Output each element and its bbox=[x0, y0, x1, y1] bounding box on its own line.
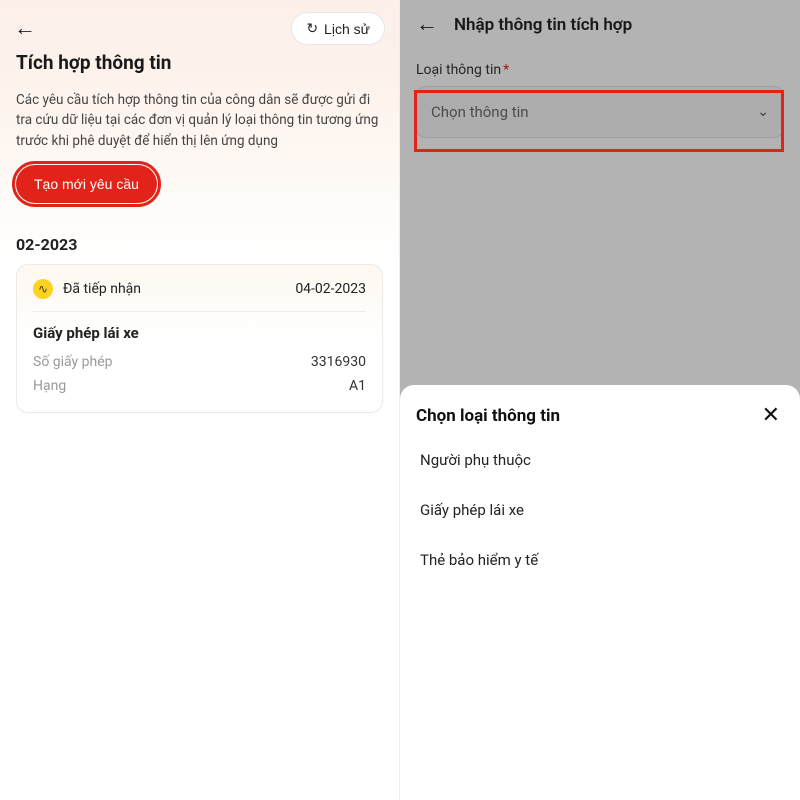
row-value: A1 bbox=[349, 378, 366, 394]
sheet-option-insurance[interactable]: Thẻ bảo hiểm y tế bbox=[416, 535, 784, 585]
card-header: ∿ Đã tiếp nhận 04-02-2023 bbox=[33, 279, 366, 312]
sheet-header: Chọn loại thông tin ✕ bbox=[416, 403, 784, 429]
form-title: Nhập thông tin tích hợp bbox=[454, 15, 632, 35]
row-value: 3316930 bbox=[311, 354, 366, 370]
status-text: Đã tiếp nhận bbox=[63, 281, 141, 297]
status-icon: ∿ bbox=[33, 279, 53, 299]
bottom-sheet: Chọn loại thông tin ✕ Người phụ thuộc Gi… bbox=[400, 385, 800, 800]
card-row: Số giấy phép 3316930 bbox=[33, 350, 366, 374]
card-title: Giấy phép lái xe bbox=[33, 312, 366, 350]
request-card[interactable]: ∿ Đã tiếp nhận 04-02-2023 Giấy phép lái … bbox=[16, 264, 383, 413]
back-icon[interactable]: ← bbox=[416, 14, 438, 36]
field-label-text: Loại thông tin bbox=[416, 62, 501, 78]
dropdown-placeholder: Chọn thông tin bbox=[431, 103, 529, 121]
back-icon[interactable]: ← bbox=[14, 18, 36, 40]
highlight-create-button: Tạo mới yêu cầu bbox=[16, 165, 157, 203]
form-body: Loại thông tin* Chọn thông tin ⌄ bbox=[400, 48, 800, 152]
info-type-dropdown[interactable]: Chọn thông tin ⌄ bbox=[416, 86, 784, 138]
sheet-option-dependent[interactable]: Người phụ thuộc bbox=[416, 435, 784, 485]
chevron-down-icon: ⌄ bbox=[757, 104, 769, 120]
card-date: 04-02-2023 bbox=[295, 281, 366, 297]
section-month: 02-2023 bbox=[0, 221, 399, 264]
sheet-option-license[interactable]: Giấy phép lái xe bbox=[416, 485, 784, 535]
header-row: ← ↻ Lịch sử bbox=[0, 0, 399, 51]
field-label: Loại thông tin* bbox=[416, 62, 784, 78]
required-asterisk: * bbox=[503, 62, 509, 78]
form-header: ← Nhập thông tin tích hợp bbox=[400, 0, 800, 48]
close-icon[interactable]: ✕ bbox=[758, 403, 784, 429]
dropdown-wrap: Chọn thông tin ⌄ bbox=[416, 86, 784, 138]
page-title: Tích hợp thông tin bbox=[0, 51, 399, 86]
screen-integration-list: ← ↻ Lịch sử Tích hợp thông tin Các yêu c… bbox=[0, 0, 400, 800]
create-request-button[interactable]: Tạo mới yêu cầu bbox=[16, 165, 157, 203]
row-key: Hạng bbox=[33, 378, 66, 394]
history-button[interactable]: ↻ Lịch sử bbox=[291, 12, 385, 45]
history-label: Lịch sử bbox=[324, 21, 370, 37]
card-row: Hạng A1 bbox=[33, 374, 366, 398]
row-key: Số giấy phép bbox=[33, 354, 113, 370]
screen-integration-form: ← Nhập thông tin tích hợp Loại thông tin… bbox=[400, 0, 800, 800]
sheet-title: Chọn loại thông tin bbox=[416, 406, 560, 426]
history-icon: ↻ bbox=[306, 20, 318, 37]
page-description: Các yêu cầu tích hợp thông tin của công … bbox=[0, 86, 399, 165]
